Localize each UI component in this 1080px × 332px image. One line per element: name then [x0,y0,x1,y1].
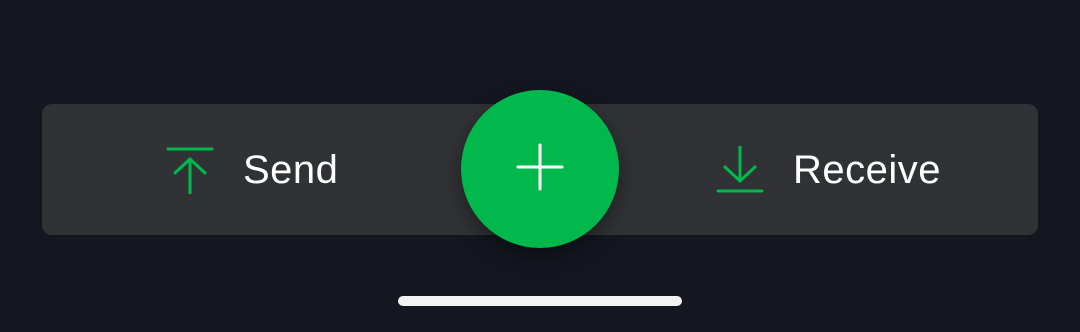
home-indicator [398,296,682,306]
upload-arrow-icon [166,146,214,194]
receive-label: Receive [793,147,942,192]
plus-icon [516,143,564,196]
receive-button[interactable]: Receive [716,104,941,235]
add-button[interactable] [461,90,619,248]
send-button[interactable]: Send [166,104,338,235]
send-label: Send [243,147,339,192]
download-arrow-icon [716,145,764,194]
